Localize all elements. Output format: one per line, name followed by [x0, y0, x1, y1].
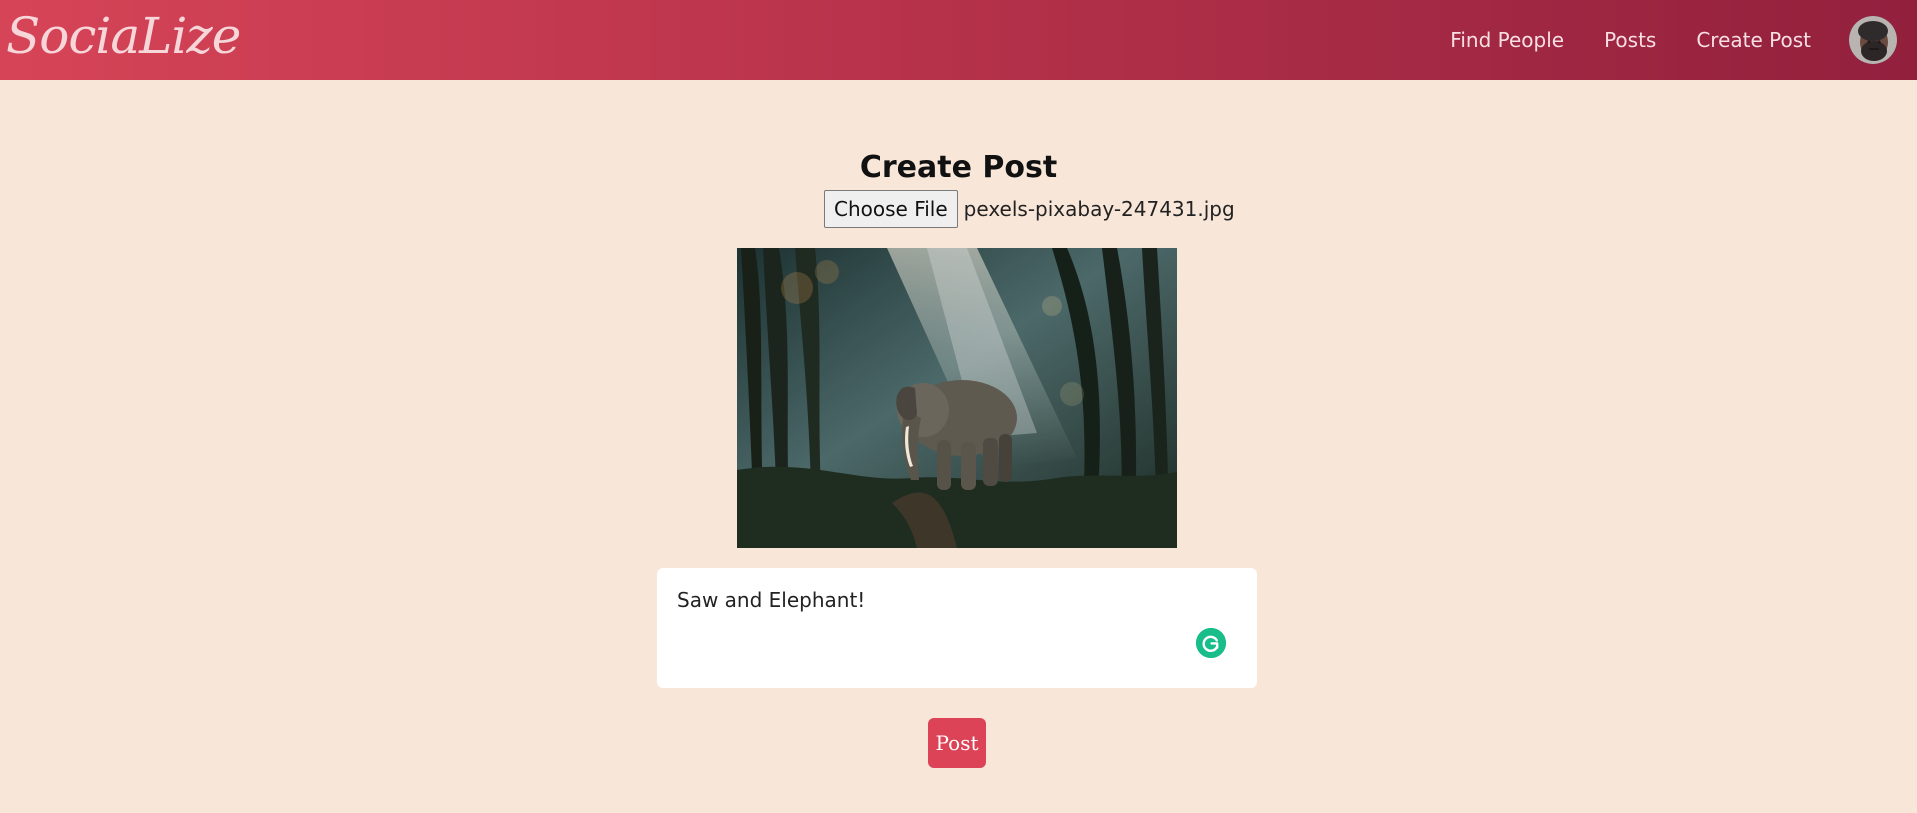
page-title: Create Post	[859, 150, 1058, 186]
uploaded-image-preview	[737, 248, 1177, 548]
top-navbar: SociaLize Find People Posts Create Post	[0, 0, 1917, 80]
nav-create-post[interactable]: Create Post	[1696, 28, 1811, 52]
elephant-forest-image	[737, 248, 1177, 548]
selected-file-name: pexels-pixabay-247431.jpg	[963, 197, 1235, 221]
post-button[interactable]: Post	[928, 718, 986, 768]
nav-posts[interactable]: Posts	[1604, 28, 1656, 52]
choose-file-button[interactable]: Choose File	[824, 190, 958, 228]
grammarly-icon[interactable]	[1196, 628, 1226, 658]
main-navigation: Find People Posts Create Post	[1410, 0, 1811, 80]
brand-logo[interactable]: SociaLize	[6, 0, 241, 80]
grammarly-icon-graphic	[1196, 628, 1226, 658]
nav-find-people[interactable]: Find People	[1450, 28, 1564, 52]
file-upload-row: Choose File pexels-pixabay-247431.jpg	[824, 190, 1235, 228]
user-avatar[interactable]	[1849, 16, 1897, 64]
caption-text[interactable]: Saw and Elephant!	[677, 588, 1237, 612]
caption-field[interactable]: Saw and Elephant!	[657, 568, 1257, 688]
avatar-image	[1849, 16, 1897, 64]
